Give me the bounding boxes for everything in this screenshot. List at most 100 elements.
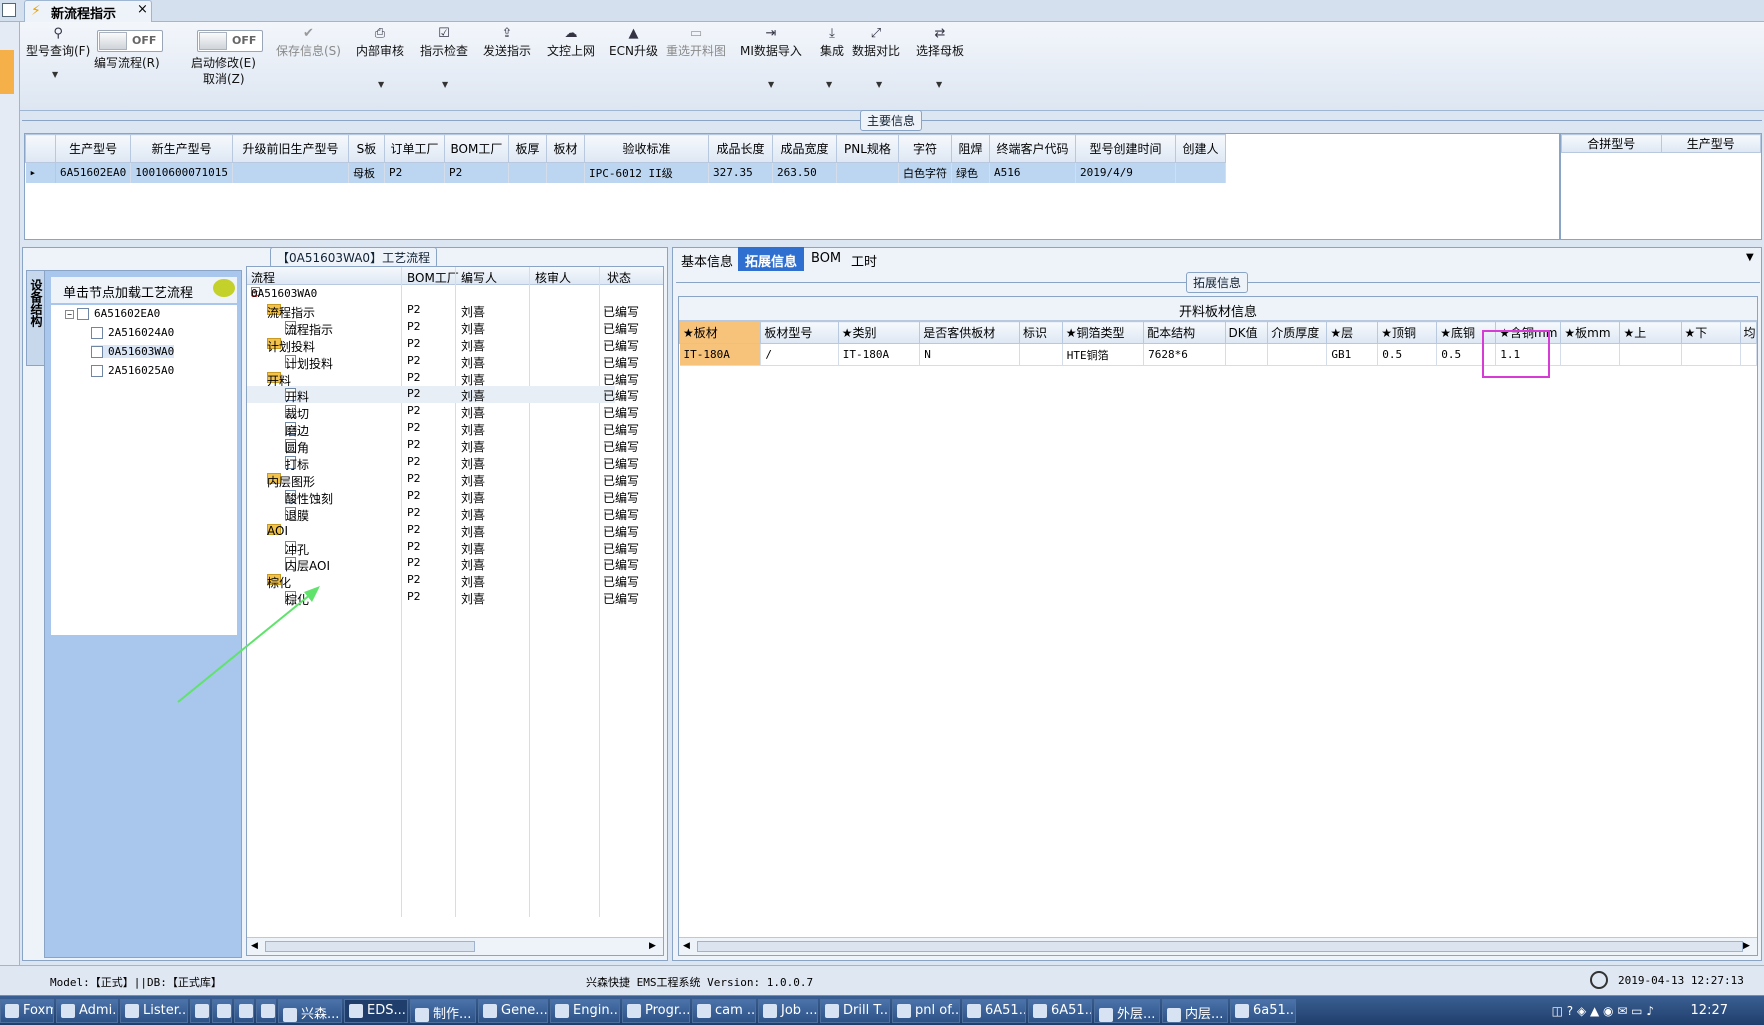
table-cell[interactable]: P2 — [444, 162, 509, 183]
table-cell[interactable]: 0.5 — [1377, 343, 1438, 366]
taskbar-item[interactable] — [256, 999, 276, 1023]
process-row[interactable]: 冲孔 P2 刘喜 已编写 — [247, 539, 639, 557]
column-header[interactable]: 合拼型号 — [1561, 134, 1662, 153]
column-header[interactable]: 型号创建时间 — [1074, 134, 1176, 163]
taskbar-item[interactable] — [234, 999, 254, 1023]
column-header[interactable]: ★板mm — [1560, 321, 1621, 344]
table-cell[interactable] — [1175, 162, 1226, 183]
process-row[interactable]: 磨边 P2 刘喜 已编写 — [247, 420, 639, 438]
taskbar-item[interactable]: Engin... — [550, 999, 620, 1023]
table-cell[interactable]: N — [919, 343, 1020, 366]
column-header[interactable]: ★上 — [1619, 321, 1682, 344]
column-header[interactable]: ★类别 — [837, 321, 921, 344]
column-header[interactable]: 新生产型号 — [130, 134, 233, 163]
column-header[interactable]: PNL规格 — [835, 134, 899, 163]
taskbar-item[interactable] — [190, 999, 210, 1023]
ecn-upgrade-button[interactable]: ▲ ECN升级 — [609, 26, 658, 59]
table-row[interactable]: ▸ 6A51602EA0 10010600071015 母板 P2 P2 IPC-6012 … — [25, 162, 1226, 183]
process-row[interactable]: 流程指示 P2 刘喜 已编写 — [247, 319, 639, 337]
table-cell[interactable]: 绿色 — [951, 162, 990, 183]
process-row[interactable]: 内层AOI P2 刘喜 已编写 — [247, 555, 639, 573]
chevron-down-icon[interactable]: ▼ — [1746, 252, 1754, 263]
tab-bom[interactable]: BOM — [804, 247, 848, 271]
scrollbar-thumb[interactable] — [697, 941, 1743, 952]
send-button[interactable]: ⇪ 发送指示 — [483, 26, 531, 59]
table-cell[interactable]: A516 — [989, 162, 1076, 183]
column-header[interactable]: 是否客供板材 — [919, 321, 1020, 344]
checkbox[interactable] — [91, 365, 103, 377]
doc-upload-button[interactable]: ☁ 文控上网 — [547, 26, 595, 59]
scroll-right-icon[interactable]: ▶ — [1743, 941, 1750, 951]
process-row[interactable]: 计划投料 P2 刘喜 已编写 — [247, 353, 639, 371]
taskbar-item[interactable]: 外层... — [1094, 999, 1160, 1023]
column-header[interactable]: ★下 — [1680, 321, 1741, 344]
tree-node-root[interactable]: − ⌂ 0A51603WA0 — [247, 285, 615, 302]
column-header[interactable]: DK值 — [1224, 321, 1269, 344]
taskbar-item[interactable]: Drill T... — [820, 999, 890, 1023]
table-cell[interactable]: GB1 — [1326, 343, 1379, 366]
table-cell[interactable] — [1267, 343, 1328, 366]
internal-review-button[interactable]: ⎙ 内部审核 — [356, 26, 404, 59]
taskbar-clock[interactable]: 12:27 — [1691, 1003, 1728, 1018]
table-cell[interactable]: 2019/4/9 — [1075, 162, 1176, 183]
taskbar-item[interactable]: 制作... — [410, 999, 476, 1023]
close-icon[interactable]: × — [137, 2, 148, 17]
table-cell[interactable] — [1019, 343, 1063, 366]
column-header[interactable]: 板材 — [545, 134, 585, 163]
table-cell[interactable]: IPC-6012 II级 — [584, 162, 709, 183]
compare-button[interactable]: ⤢ 数据对比 — [852, 26, 900, 59]
instruction-check-button[interactable]: ☑ 指示检查 — [420, 26, 468, 59]
column-header[interactable]: 流程 — [251, 269, 275, 286]
table-row[interactable]: IT-180A / IT-180A N HTE铜箔 7628*6 GB1 0.5 0.5 1.1 — [679, 343, 1758, 366]
cancel-button[interactable]: 取消(Z) — [203, 70, 245, 87]
process-row[interactable]: 酸性蚀刻 P2 刘喜 已编写 — [247, 488, 639, 506]
column-header[interactable]: ★板材 — [678, 321, 762, 344]
taskbar-item[interactable]: 6A51... — [1028, 999, 1092, 1023]
column-header[interactable]: S板 — [347, 134, 385, 163]
scroll-left-icon[interactable]: ◀ — [683, 941, 690, 951]
process-row[interactable]: 开料 P2 刘喜 已编写 — [247, 386, 639, 404]
table-cell[interactable] — [1619, 343, 1682, 366]
taskbar-item[interactable]: 6A51... — [962, 999, 1026, 1023]
table-cell[interactable]: IT-180A — [679, 343, 762, 366]
process-row[interactable]: −AOIP2刘喜已编写 — [247, 522, 639, 539]
collapse-icon[interactable]: − — [65, 309, 74, 319]
horizontal-scrollbar[interactable]: ◀ ▶ — [247, 937, 663, 955]
process-row[interactable]: 圆角 P2 刘喜 已编写 — [247, 437, 639, 455]
column-header[interactable]: BOM工厂 — [443, 134, 509, 163]
scroll-right-icon[interactable]: ▶ — [649, 941, 656, 951]
reselect-button[interactable]: ▭ 重选开料图 — [666, 26, 726, 59]
column-header[interactable]: 状态 — [607, 269, 631, 286]
tree-node[interactable]: 2A516024A0 — [91, 326, 174, 339]
column-header[interactable]: BOM工厂 — [407, 269, 459, 286]
chevron-down-icon[interactable]: ▼ — [52, 70, 58, 79]
column-header[interactable]: 编写人 — [461, 269, 497, 286]
taskbar-item[interactable]: 6a51... — [1230, 999, 1296, 1023]
column-header[interactable]: ★层 — [1326, 321, 1379, 344]
taskbar-item[interactable]: cam ... — [692, 999, 756, 1023]
taskbar-item[interactable]: Progr... — [622, 999, 690, 1023]
chevron-down-icon[interactable]: ▼ — [936, 80, 942, 89]
process-row[interactable]: 退膜 P2 刘喜 已编写 — [247, 505, 639, 523]
process-row[interactable]: 打标 P2 刘喜 已编写 — [247, 454, 639, 472]
table-cell[interactable] — [1740, 343, 1758, 366]
tab-new-flow[interactable]: ⚡ 新流程指示 × — [24, 0, 152, 22]
write-flow-toggle[interactable]: OFF — [97, 30, 163, 52]
window-icon[interactable] — [2, 3, 16, 17]
taskbar-item[interactable]: Lister... — [120, 999, 188, 1023]
process-row[interactable]: −内层图形P2刘喜已编写 — [247, 471, 639, 489]
column-header[interactable]: 成品长度 — [707, 134, 773, 163]
column-header[interactable]: 生产型号 — [1660, 134, 1761, 153]
column-header[interactable]: 介质厚度 — [1267, 321, 1328, 344]
table-cell[interactable] — [836, 162, 899, 183]
column-header[interactable]: 订单工厂 — [383, 134, 445, 163]
table-cell[interactable]: 6A51602EA0 — [55, 162, 132, 183]
column-header[interactable]: 板材型号 — [760, 321, 839, 344]
start-edit-toggle[interactable]: OFF — [197, 30, 263, 52]
table-cell[interactable]: 10010600071015 — [130, 162, 233, 183]
table-cell[interactable]: HTE铜箔 — [1062, 343, 1145, 366]
chevron-down-icon[interactable]: ▼ — [768, 80, 774, 89]
checkbox[interactable] — [77, 308, 89, 320]
taskbar-item[interactable]: Admi... — [56, 999, 118, 1023]
chevron-down-icon[interactable]: ▼ — [876, 80, 882, 89]
